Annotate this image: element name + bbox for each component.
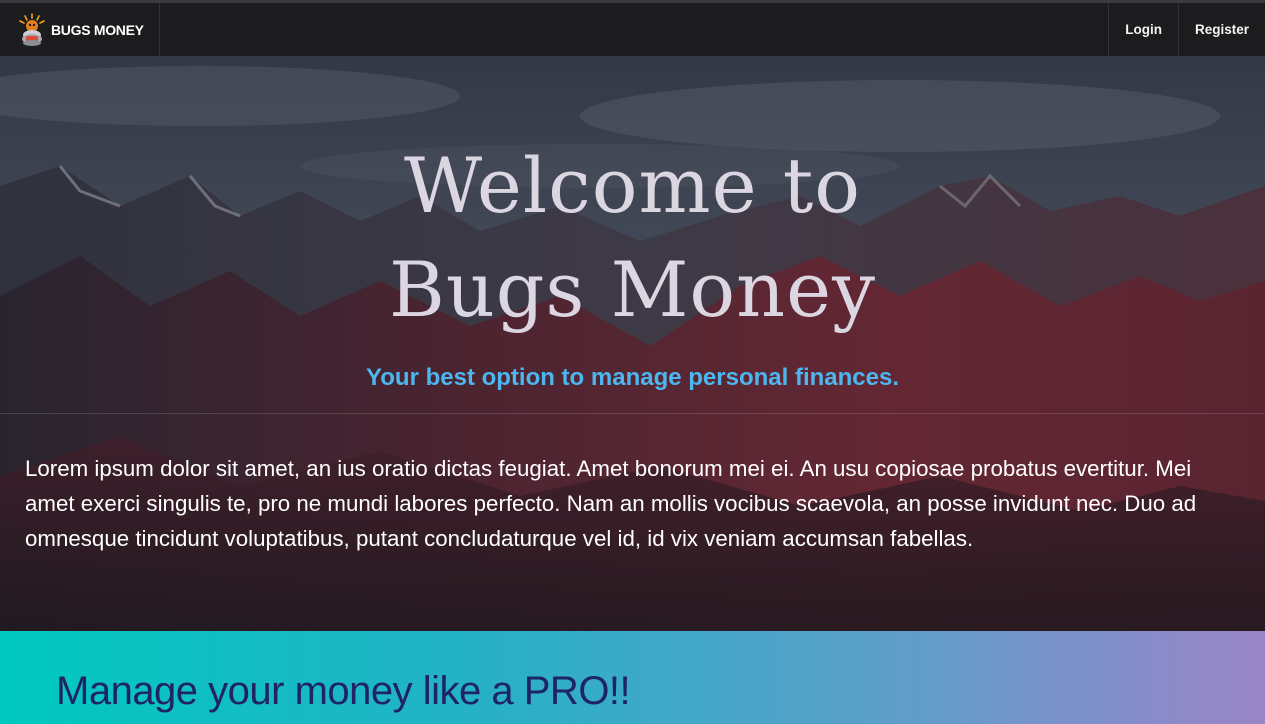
hero-section: Welcome to Bugs Money Your best option t… [0, 56, 1265, 631]
register-link[interactable]: Register [1177, 3, 1265, 56]
hero-title-line-1: Welcome to [403, 141, 862, 230]
top-navbar: BUGS MONEY Login Register [0, 0, 1265, 56]
hero-body-text: Lorem ipsum dolor sit amet, an ius orati… [25, 456, 1197, 551]
brand-home-link[interactable]: BUGS MONEY [0, 3, 160, 56]
promo-banner: Manage your money like a PRO!! [0, 631, 1265, 724]
hero-divider [0, 413, 1265, 414]
login-link[interactable]: Login [1108, 3, 1178, 56]
hero-title-line-2: Bugs Money [388, 245, 877, 334]
brand-name: BUGS MONEY [51, 21, 144, 38]
promo-title: Manage your money like a PRO!! [56, 669, 631, 713]
nav-links: Login Register [1108, 3, 1265, 56]
hero-subtitle: Your best option to manage personal fina… [366, 364, 899, 391]
hero-title: Welcome to Bugs Money [0, 134, 1265, 342]
bug-money-logo-icon [19, 12, 45, 46]
